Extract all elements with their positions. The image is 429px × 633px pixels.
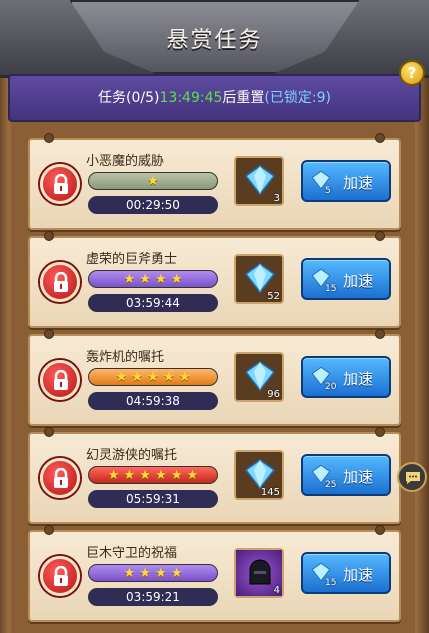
task-list: 小恶魔的威胁 ★ 00:29:50 3 5 加速 虚荣的巨斧勇士 ★ ★ ★ ★… bbox=[28, 133, 401, 628]
lock-icon bbox=[54, 370, 68, 390]
lock-button[interactable] bbox=[40, 556, 80, 596]
pin-icon bbox=[375, 329, 385, 339]
reward-count: 145 bbox=[260, 487, 280, 498]
speed-up-label: 加速 bbox=[343, 468, 374, 486]
task-progress: 任务(0/5) bbox=[98, 90, 160, 106]
speed-up-button[interactable]: 15 加速 bbox=[301, 258, 391, 300]
task-timer: 00:29:50 bbox=[88, 196, 218, 214]
pin-icon bbox=[375, 427, 385, 437]
pin-icon bbox=[375, 133, 385, 143]
speed-up-button[interactable]: 25 加速 bbox=[301, 454, 391, 496]
task-name: 巨木守卫的祝福 bbox=[86, 546, 178, 561]
pin-icon bbox=[44, 329, 54, 339]
diamond-icon bbox=[244, 263, 276, 294]
task-name: 小恶魔的威胁 bbox=[86, 154, 165, 169]
task-card: 巨木守卫的祝福 ★ ★ ★ ★ 03:59:21 4 15 加速 bbox=[28, 525, 401, 622]
pin-icon bbox=[44, 427, 54, 437]
chat-button[interactable] bbox=[397, 462, 427, 492]
lock-icon bbox=[54, 174, 68, 194]
speed-up-button[interactable]: 5 加速 bbox=[301, 160, 391, 202]
lock-button[interactable] bbox=[40, 360, 80, 400]
locked-count: (已锁定:9) bbox=[264, 90, 331, 106]
task-name: 虚荣的巨斧勇士 bbox=[86, 252, 178, 267]
task-card: 轰炸机的嘱托 ★ ★ ★ ★ ★ 04:59:38 96 20 加速 bbox=[28, 329, 401, 426]
star-rating: ★ ★ ★ ★ ★ ★ bbox=[88, 466, 218, 484]
reward-slot[interactable]: 96 bbox=[234, 352, 284, 402]
reward-slot[interactable]: 52 bbox=[234, 254, 284, 304]
speed-up-label: 加速 bbox=[343, 174, 374, 192]
star-rating: ★ bbox=[88, 172, 218, 190]
task-name: 幻灵游侠的嘱托 bbox=[86, 448, 178, 463]
reset-banner: 任务(0/5)13:49:45后重置(已锁定:9) bbox=[8, 74, 421, 122]
lock-button[interactable] bbox=[40, 164, 80, 204]
task-timer: 04:59:38 bbox=[88, 392, 218, 410]
knight-helmet-icon bbox=[249, 559, 271, 585]
task-timer: 03:59:21 bbox=[88, 588, 218, 606]
speed-up-label: 加速 bbox=[343, 566, 374, 584]
reward-count: 52 bbox=[267, 291, 280, 302]
speed-up-button[interactable]: 20 加速 bbox=[301, 356, 391, 398]
reward-slot[interactable]: 3 bbox=[234, 156, 284, 206]
pin-icon bbox=[44, 525, 54, 535]
reward-count: 3 bbox=[273, 193, 280, 204]
speed-up-button[interactable]: 15 加速 bbox=[301, 552, 391, 594]
speed-up-label: 加速 bbox=[343, 370, 374, 388]
help-button[interactable]: ? bbox=[399, 60, 425, 86]
star-rating: ★ ★ ★ ★ bbox=[88, 564, 218, 582]
star-rating: ★ ★ ★ ★ ★ bbox=[88, 368, 218, 386]
lock-icon bbox=[54, 272, 68, 292]
task-card: 小恶魔的威胁 ★ 00:29:50 3 5 加速 bbox=[28, 133, 401, 230]
speed-cost: 25 bbox=[325, 480, 337, 490]
reward-slot[interactable]: 4 bbox=[234, 548, 284, 598]
task-card: 虚荣的巨斧勇士 ★ ★ ★ ★ 03:59:44 52 15 加速 bbox=[28, 231, 401, 328]
speed-cost: 5 bbox=[325, 186, 331, 196]
speed-cost: 20 bbox=[325, 382, 337, 392]
speed-up-label: 加速 bbox=[343, 272, 374, 290]
task-card: 幻灵游侠的嘱托 ★ ★ ★ ★ ★ ★ 05:59:31 145 25 加速 bbox=[28, 427, 401, 524]
chat-bubble-icon bbox=[406, 472, 420, 484]
diamond-icon bbox=[244, 361, 276, 392]
pin-icon bbox=[375, 525, 385, 535]
lock-icon bbox=[54, 566, 68, 586]
reset-label: 后重置 bbox=[222, 90, 265, 106]
pin-icon bbox=[44, 231, 54, 241]
task-name: 轰炸机的嘱托 bbox=[86, 350, 165, 365]
pin-icon bbox=[44, 133, 54, 143]
lock-button[interactable] bbox=[40, 262, 80, 302]
speed-cost: 15 bbox=[325, 284, 337, 294]
speed-cost: 15 bbox=[325, 578, 337, 588]
reward-count: 96 bbox=[267, 389, 280, 400]
diamond-icon bbox=[244, 459, 276, 490]
header: 悬赏任务 bbox=[0, 0, 429, 78]
lock-button[interactable] bbox=[40, 458, 80, 498]
pin-icon bbox=[375, 231, 385, 241]
reward-slot[interactable]: 145 bbox=[234, 450, 284, 500]
page-title: 悬赏任务 bbox=[166, 28, 263, 53]
star-rating: ★ ★ ★ ★ bbox=[88, 270, 218, 288]
reward-count: 4 bbox=[273, 585, 280, 596]
diamond-icon bbox=[244, 165, 276, 196]
lock-icon bbox=[54, 468, 68, 488]
task-timer: 03:59:44 bbox=[88, 294, 218, 312]
task-timer: 05:59:31 bbox=[88, 490, 218, 508]
reset-timer: 13:49:45 bbox=[159, 90, 223, 106]
